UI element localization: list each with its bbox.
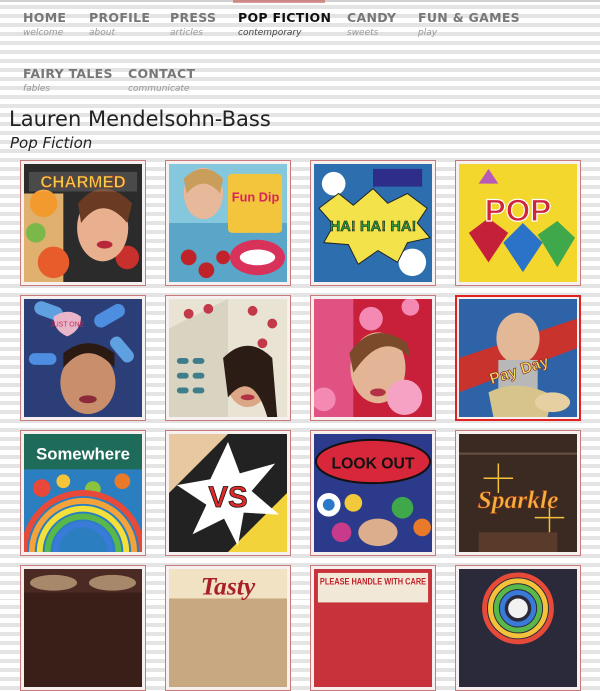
gallery-thumb-look-out[interactable]: LOOK OUT — [310, 430, 436, 556]
gallery-thumb-pop[interactable]: POP — [455, 160, 581, 286]
gallery-thumb-bubblegum[interactable] — [310, 295, 436, 421]
artwork-image: Pay Day — [459, 299, 577, 417]
artwork-title-text: CHARMED — [40, 173, 125, 192]
nav-sub: play — [418, 28, 438, 38]
top-accent — [233, 0, 325, 3]
nav-label: PRESS — [170, 10, 217, 25]
artist-name: Lauren Mendelsohn-Bass — [9, 107, 271, 131]
nav-press[interactable]: PRESS articles — [170, 10, 216, 38]
nav-pop-fiction[interactable]: POP FICTION contemporary — [238, 10, 331, 38]
gallery-thumb-handle-with-care[interactable]: PLEASE HANDLE WITH CARE — [310, 565, 436, 691]
artwork-image — [314, 299, 432, 417]
section-title: Pop Fiction — [10, 134, 93, 152]
nav-profile[interactable]: PROFILE about — [89, 10, 150, 38]
artwork-title-text: POP — [485, 193, 551, 228]
gallery-thumb-ha-ha-ha[interactable]: HA! HA! HA! — [310, 160, 436, 286]
artwork-title-text: Sparkle — [478, 485, 559, 514]
gallery-thumb-pills[interactable] — [165, 295, 291, 421]
gallery-thumb-tasty[interactable]: Tasty — [165, 565, 291, 691]
nav-sub: sweets — [347, 28, 379, 38]
nav-contact[interactable]: CONTACT communicate — [128, 66, 195, 94]
nav-label: FUN & GAMES — [418, 10, 520, 25]
artwork-image: Sparkle — [459, 434, 577, 552]
artwork-image: Fun Dip — [169, 164, 287, 282]
gallery-thumb-charmed[interactable]: CHARMED — [20, 160, 146, 286]
nav-fun-games[interactable]: FUN & GAMES play — [418, 10, 520, 38]
artwork-image: Somewhere — [24, 434, 142, 552]
nav-sub: fables — [23, 84, 51, 94]
artwork-image: CHARMED — [24, 164, 142, 282]
nav-label: HOME — [23, 10, 67, 25]
nav-candy[interactable]: CANDY sweets — [347, 10, 396, 38]
artwork-title-text: JUST ONE — [50, 322, 84, 329]
gallery-thumb-fun-dip[interactable]: Fun Dip — [165, 160, 291, 286]
artwork-image: LOOK OUT — [314, 434, 432, 552]
artwork-image — [459, 569, 577, 687]
nav-label: FAIRY TALES — [23, 66, 113, 81]
artwork-image — [24, 569, 142, 687]
artwork-title-text: HA! HA! HA! — [330, 219, 417, 235]
nav-label: CONTACT — [128, 66, 196, 81]
artwork-image: PLEASE HANDLE WITH CARE — [314, 569, 432, 687]
artwork-title-text: Somewhere — [36, 445, 130, 464]
gallery-thumb-rainbow[interactable] — [455, 565, 581, 691]
artwork-image — [169, 299, 287, 417]
nav-label: POP FICTION — [238, 10, 332, 25]
nav-sub: about — [89, 28, 115, 38]
nav-fairy-tales[interactable]: FAIRY TALES fables — [23, 66, 113, 94]
gallery-thumb-somewhere[interactable]: Somewhere — [20, 430, 146, 556]
gallery-thumb-sparkle[interactable]: Sparkle — [455, 430, 581, 556]
nav-label: PROFILE — [89, 10, 151, 25]
nav-home[interactable]: HOME welcome — [23, 10, 66, 38]
artwork-image: Tasty — [169, 569, 287, 687]
artwork-image: HA! HA! HA! — [314, 164, 432, 282]
gallery-thumb-bowls[interactable] — [20, 565, 146, 691]
artwork-image: JUST ONE — [24, 299, 142, 417]
artwork-image: VS — [169, 434, 287, 552]
artwork-title-text: Tasty — [201, 572, 256, 601]
artwork-title-text: VS — [208, 481, 247, 514]
gallery-thumb-vs[interactable]: VS — [165, 430, 291, 556]
artwork-title-text: PLEASE HANDLE WITH CARE — [320, 577, 426, 587]
nav-sub: communicate — [128, 84, 190, 94]
nav-sub: welcome — [23, 28, 64, 38]
artwork-title-text: LOOK OUT — [332, 455, 415, 472]
artwork-title-text: Fun Dip — [232, 189, 280, 204]
nav-sub: articles — [170, 28, 203, 38]
gallery-thumb-just-one[interactable]: JUST ONE — [20, 295, 146, 421]
gallery-thumb-pay-day[interactable]: Pay Day — [455, 295, 581, 421]
nav-sub: contemporary — [238, 28, 302, 38]
artwork-image: POP — [459, 164, 577, 282]
nav-label: CANDY — [347, 10, 397, 25]
